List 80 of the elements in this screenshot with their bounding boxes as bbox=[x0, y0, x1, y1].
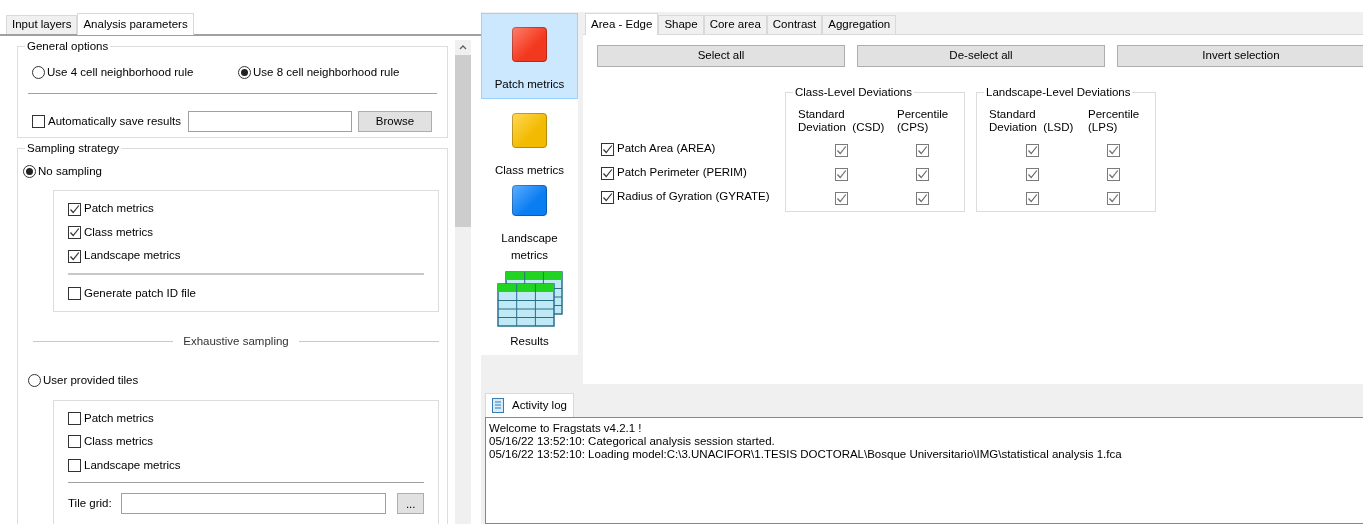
radio-label: No sampling bbox=[38, 164, 102, 179]
group-title: General options bbox=[25, 39, 111, 53]
radio-label: Use 4 cell neighborhood rule bbox=[47, 65, 194, 80]
column-header: Standard bbox=[798, 108, 846, 121]
checkbox[interactable] bbox=[1026, 143, 1039, 157]
checkbox[interactable] bbox=[68, 435, 81, 449]
scroll-up-icon[interactable] bbox=[459, 44, 467, 50]
checkbox-label: Class metrics bbox=[84, 434, 153, 450]
checkbox[interactable] bbox=[916, 191, 929, 205]
checkbox-label: Automatically save results bbox=[48, 114, 181, 130]
checkbox[interactable] bbox=[835, 191, 848, 205]
nav-item[interactable]: Patch metrics bbox=[481, 13, 578, 99]
tab[interactable]: Input layers bbox=[6, 15, 78, 34]
checkbox-label: Radius of Gyration (GYRATE) bbox=[617, 189, 770, 205]
checkbox[interactable] bbox=[916, 167, 929, 181]
spreadsheet-icon bbox=[496, 270, 563, 327]
text-field[interactable] bbox=[121, 493, 387, 514]
log-line: Welcome to Fragstats v4.2.1 ! bbox=[489, 422, 643, 435]
checkbox[interactable] bbox=[1107, 191, 1120, 205]
checkbox[interactable] bbox=[835, 167, 848, 181]
checkbox-label: Class metrics bbox=[84, 224, 153, 240]
tab[interactable]: Contrast bbox=[766, 15, 823, 34]
checkbox-label: Landscape metrics bbox=[84, 457, 181, 473]
radio-label: Use 8 cell neighborhood rule bbox=[253, 65, 400, 80]
radio-button[interactable] bbox=[23, 165, 36, 179]
text-field[interactable] bbox=[188, 111, 352, 133]
tab[interactable]: Area - Edge bbox=[585, 13, 659, 35]
tab[interactable]: Aggregation bbox=[822, 15, 897, 34]
radio-button[interactable] bbox=[28, 374, 41, 388]
group-title: Class-Level Deviations bbox=[793, 85, 914, 99]
browse-button[interactable]: ... bbox=[397, 493, 424, 514]
checkbox[interactable] bbox=[916, 143, 929, 157]
section-label: Exhaustive sampling bbox=[182, 334, 290, 349]
column-header: Deviation (CSD) bbox=[798, 121, 886, 134]
tab[interactable]: Analysis parameters bbox=[77, 13, 194, 35]
log-line: 05/16/22 13:52:10: Loading model:C:\3.UNACIFOR\1.TESIS DOCTORAL\Bosque Universitario\IMG\statistical analysis 1.fca bbox=[489, 448, 1123, 461]
column-header: Deviation (LSD) bbox=[989, 121, 1075, 134]
checkbox[interactable] bbox=[68, 286, 81, 300]
tab[interactable]: Core area bbox=[703, 15, 767, 34]
group-title: Landscape-Level Deviations bbox=[984, 85, 1133, 99]
checkbox[interactable] bbox=[1026, 191, 1039, 205]
checkbox-label: Patch Perimeter (PERIM) bbox=[617, 165, 747, 181]
checkbox-label: Patch metrics bbox=[84, 410, 154, 426]
checkbox[interactable] bbox=[68, 458, 81, 472]
checkbox[interactable] bbox=[1107, 167, 1120, 181]
field-label: Tile grid: bbox=[68, 495, 113, 511]
notepad-icon bbox=[492, 398, 504, 413]
checkbox-label: Patch Area (AREA) bbox=[617, 141, 716, 157]
column-header: (CPS) bbox=[897, 121, 930, 134]
checkbox[interactable] bbox=[68, 202, 81, 216]
browse-button[interactable]: Browse bbox=[358, 111, 432, 133]
radio-button[interactable] bbox=[32, 66, 45, 80]
checkbox[interactable] bbox=[68, 249, 81, 263]
action-button[interactable]: De-select all bbox=[857, 45, 1105, 67]
scroll-thumb[interactable] bbox=[455, 55, 471, 227]
checkbox[interactable] bbox=[601, 190, 614, 204]
group-title: Sampling strategy bbox=[25, 141, 122, 155]
radio-button[interactable] bbox=[238, 66, 251, 80]
log-line: 05/16/22 13:52:10: Categorical analysis session started. bbox=[489, 435, 776, 448]
action-button[interactable]: Select all bbox=[597, 45, 845, 67]
scrollbar[interactable] bbox=[455, 40, 471, 524]
checkbox-label: Patch metrics bbox=[84, 201, 154, 217]
action-button[interactable]: Invert selection bbox=[1117, 45, 1363, 67]
tab[interactable]: Shape bbox=[658, 15, 704, 34]
checkbox[interactable] bbox=[1107, 143, 1120, 157]
checkbox[interactable] bbox=[601, 142, 614, 156]
column-header: Standard bbox=[989, 108, 1037, 121]
column-header: Percentile bbox=[897, 108, 950, 121]
tab[interactable]: Activity log bbox=[485, 393, 574, 417]
checkbox[interactable] bbox=[32, 115, 45, 129]
column-header: (LPS) bbox=[1088, 121, 1119, 134]
checkbox[interactable] bbox=[835, 143, 848, 157]
checkbox[interactable] bbox=[68, 411, 81, 425]
column-header: Percentile bbox=[1088, 108, 1141, 121]
checkbox[interactable] bbox=[601, 166, 614, 180]
checkbox-label: Landscape metrics bbox=[84, 248, 181, 264]
checkbox[interactable] bbox=[1026, 167, 1039, 181]
radio-label: User provided tiles bbox=[43, 373, 139, 389]
checkbox-label: Generate patch ID file bbox=[84, 285, 196, 301]
checkbox[interactable] bbox=[68, 226, 81, 239]
